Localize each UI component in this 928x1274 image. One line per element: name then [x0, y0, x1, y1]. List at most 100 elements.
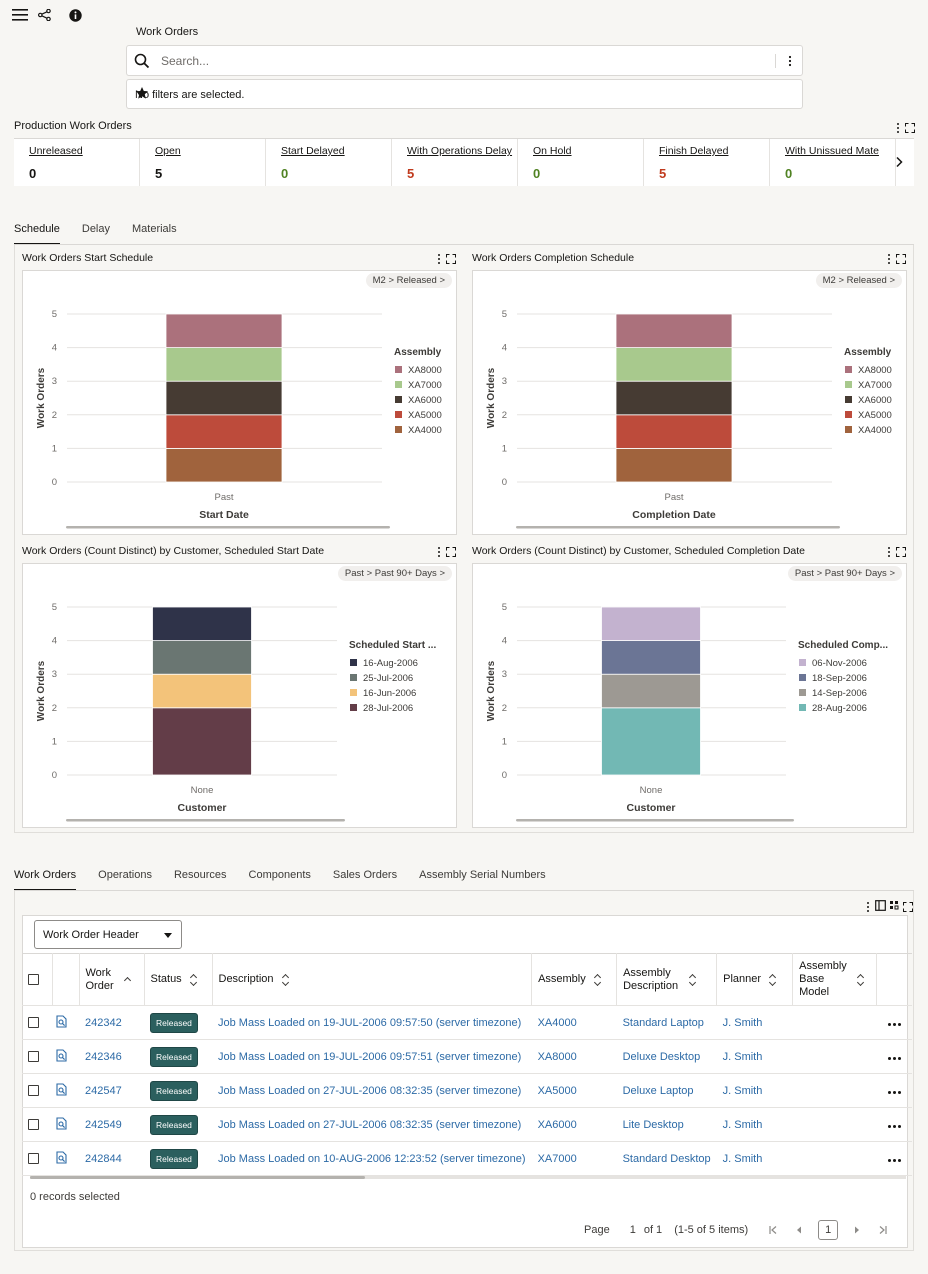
work-order-link[interactable]: 242549: [85, 1119, 122, 1131]
first-page-icon[interactable]: [760, 1220, 786, 1240]
column-header-assembly-base-model[interactable]: Assembly Base Model: [792, 953, 878, 1006]
sort-icon[interactable]: [857, 974, 865, 986]
status-tile[interactable]: Start Delayed 0: [266, 139, 392, 186]
freeze-columns-icon[interactable]: [889, 900, 900, 914]
tab-operations[interactable]: Operations: [98, 869, 152, 891]
row-actions-icon[interactable]: [887, 1158, 901, 1162]
document-search-icon[interactable]: [56, 1014, 68, 1031]
planner-link[interactable]: J. Smith: [723, 1051, 763, 1063]
planner-link[interactable]: J. Smith: [723, 1017, 763, 1029]
assembly-description-link[interactable]: Deluxe Laptop: [623, 1085, 694, 1097]
description-link[interactable]: Job Mass Loaded on 19-JUL-2006 09:57:51 …: [218, 1051, 521, 1063]
tab-resources[interactable]: Resources: [174, 869, 227, 891]
row-checkbox[interactable]: [28, 1153, 39, 1165]
horizontal-scrollbar[interactable]: [30, 1176, 906, 1179]
sort-icon[interactable]: [190, 974, 198, 986]
sort-icon[interactable]: [594, 974, 602, 986]
assembly-link[interactable]: XA4000: [538, 1017, 577, 1029]
search-input[interactable]: [161, 51, 761, 71]
row-actions-icon[interactable]: [887, 1124, 901, 1128]
tab-materials[interactable]: Materials: [132, 223, 177, 245]
more-icon[interactable]: [435, 546, 443, 558]
status-tile-label[interactable]: Unreleased: [29, 145, 139, 157]
description-link[interactable]: Job Mass Loaded on 10-AUG-2006 12:23:52 …: [218, 1153, 526, 1165]
planner-link[interactable]: J. Smith: [723, 1119, 763, 1131]
planner-link[interactable]: J. Smith: [723, 1085, 763, 1097]
status-tile[interactable]: On Hold 0: [518, 139, 644, 186]
assembly-description-link[interactable]: Deluxe Desktop: [623, 1051, 701, 1063]
document-search-icon[interactable]: [56, 1082, 68, 1099]
assembly-description-link[interactable]: Standard Desktop: [623, 1153, 711, 1165]
row-checkbox[interactable]: [28, 1017, 39, 1029]
description-link[interactable]: Job Mass Loaded on 27-JUL-2006 08:32:35 …: [218, 1119, 521, 1131]
assembly-description-link[interactable]: Lite Desktop: [623, 1119, 684, 1131]
select-all-checkbox[interactable]: [28, 974, 39, 986]
sort-icon[interactable]: [769, 974, 777, 986]
status-tile[interactable]: Unreleased 0: [14, 139, 140, 186]
tab-schedule[interactable]: Schedule: [14, 223, 60, 245]
table-row[interactable]: 242342 Released Job Mass Loaded on 19-JUL-…: [22, 1005, 912, 1040]
description-link[interactable]: Job Mass Loaded on 27-JUL-2006 08:32:35 …: [218, 1085, 521, 1097]
document-search-icon[interactable]: [56, 1150, 68, 1167]
chevron-right-icon[interactable]: [889, 152, 909, 172]
info-icon[interactable]: [67, 7, 83, 23]
column-panel-icon[interactable]: [875, 900, 886, 914]
status-tile[interactable]: Open 5: [140, 139, 266, 186]
status-tile[interactable]: With Unissued Mate 0: [770, 139, 896, 186]
table-row[interactable]: 242549 Released Job Mass Loaded on 27-JUL-…: [22, 1107, 912, 1142]
star-icon[interactable]: [135, 86, 149, 100]
row-checkbox[interactable]: [28, 1119, 39, 1131]
status-tile-label[interactable]: On Hold: [533, 145, 643, 157]
status-tile[interactable]: Finish Delayed 5: [644, 139, 770, 186]
tab-assembly-serial-numbers[interactable]: Assembly Serial Numbers: [419, 869, 546, 891]
table-row[interactable]: 242844 Released Job Mass Loaded on 10-AUG-…: [22, 1141, 912, 1176]
status-tile[interactable]: With Operations Delay 5: [392, 139, 518, 186]
sort-icon[interactable]: [689, 974, 697, 986]
column-header-description[interactable]: Description: [212, 953, 533, 1006]
sort-ascending-icon[interactable]: [124, 974, 132, 986]
planner-link[interactable]: J. Smith: [723, 1153, 763, 1165]
tab-work-orders[interactable]: Work Orders: [14, 869, 77, 891]
last-page-icon[interactable]: [870, 1220, 896, 1240]
expand-icon[interactable]: [446, 254, 456, 264]
expand-icon[interactable]: [903, 902, 913, 912]
table-row[interactable]: 242547 Released Job Mass Loaded on 27-JUL-…: [22, 1073, 912, 1108]
page-input[interactable]: 1: [818, 1220, 839, 1240]
document-search-icon[interactable]: [56, 1048, 68, 1065]
assembly-link[interactable]: XA6000: [538, 1119, 577, 1131]
row-checkbox[interactable]: [28, 1051, 39, 1063]
assembly-link[interactable]: XA7000: [538, 1153, 577, 1165]
expand-icon[interactable]: [905, 123, 915, 133]
row-actions-icon[interactable]: [887, 1090, 901, 1094]
description-link[interactable]: Job Mass Loaded on 19-JUL-2006 09:57:50 …: [218, 1017, 521, 1029]
column-header-work-order[interactable]: Work Order: [79, 953, 145, 1006]
table-row[interactable]: 242346 Released Job Mass Loaded on 19-JUL-…: [22, 1039, 912, 1074]
status-tile-label[interactable]: With Operations Delay: [407, 145, 517, 157]
column-header-status[interactable]: Status: [144, 953, 213, 1006]
assembly-description-link[interactable]: Standard Laptop: [623, 1017, 704, 1029]
more-icon[interactable]: [864, 901, 872, 913]
column-header-assembly[interactable]: Assembly: [531, 953, 618, 1006]
tab-components[interactable]: Components: [249, 869, 311, 891]
row-actions-icon[interactable]: [887, 1022, 901, 1026]
work-order-link[interactable]: 242547: [85, 1085, 122, 1097]
row-actions-icon[interactable]: [887, 1056, 901, 1060]
search-options-icon[interactable]: [781, 51, 799, 71]
tab-sales-orders[interactable]: Sales Orders: [333, 869, 397, 891]
more-icon[interactable]: [885, 253, 893, 265]
column-header-planner[interactable]: Planner: [716, 953, 794, 1006]
status-tile-label[interactable]: Open: [155, 145, 265, 157]
document-search-icon[interactable]: [56, 1116, 68, 1133]
assembly-link[interactable]: XA5000: [538, 1085, 577, 1097]
status-tile-label[interactable]: Finish Delayed: [659, 145, 769, 157]
previous-page-icon[interactable]: [786, 1220, 812, 1240]
next-page-icon[interactable]: [844, 1220, 870, 1240]
more-icon[interactable]: [894, 122, 902, 134]
status-tile-label[interactable]: Start Delayed: [281, 145, 391, 157]
work-order-link[interactable]: 242844: [85, 1153, 122, 1165]
work-order-link[interactable]: 242342: [85, 1017, 122, 1029]
share-icon[interactable]: [36, 7, 52, 23]
column-header-assembly-description[interactable]: Assembly Description: [616, 953, 718, 1006]
hamburger-icon[interactable]: [10, 5, 30, 25]
expand-icon[interactable]: [896, 254, 906, 264]
